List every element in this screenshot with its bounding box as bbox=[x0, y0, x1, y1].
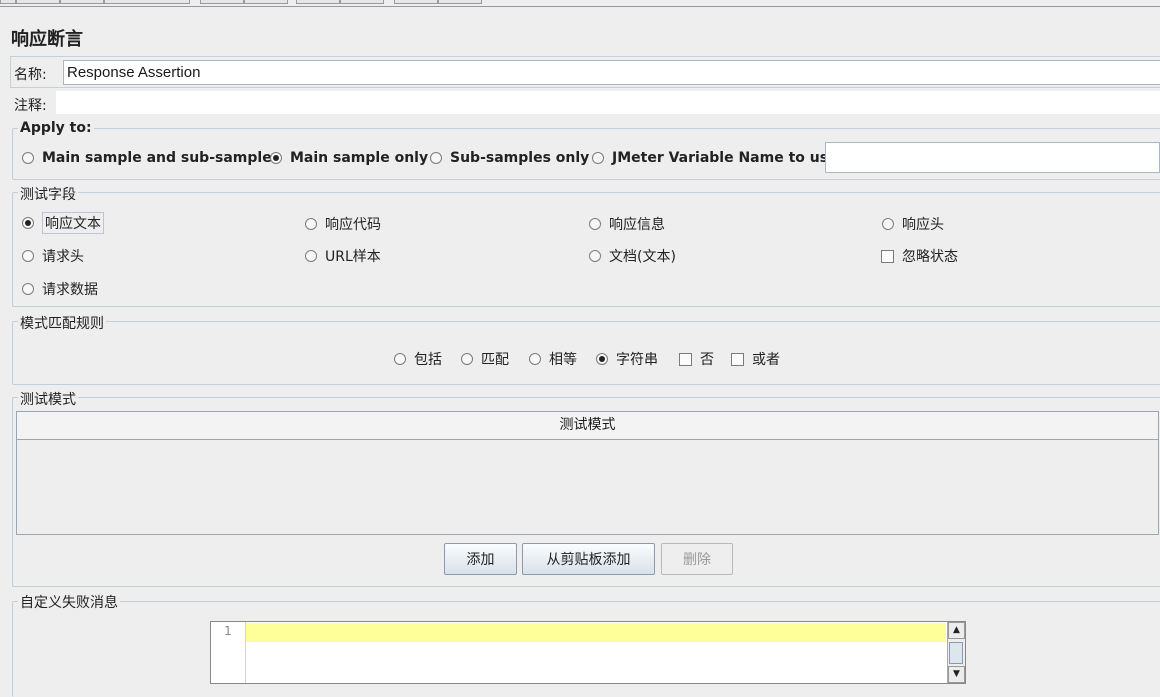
custom-message-title: 自定义失败消息 bbox=[18, 592, 120, 612]
toolbar-tab[interactable] bbox=[16, 0, 60, 4]
radio-selected-icon bbox=[596, 353, 608, 365]
scroll-down-arrow-icon[interactable]: ▼ bbox=[948, 666, 965, 683]
scroll-up-arrow-icon[interactable]: ▲ bbox=[948, 622, 965, 639]
toolbar-tab[interactable] bbox=[104, 0, 190, 4]
radio-icon bbox=[529, 353, 541, 365]
radio-icon bbox=[22, 283, 34, 295]
test-field-request-headers-radio[interactable]: 请求头 bbox=[22, 246, 84, 266]
test-field-option-label: 请求头 bbox=[42, 249, 84, 265]
apply-jmeter-variable-radio[interactable]: JMeter Variable Name to use bbox=[592, 150, 838, 166]
match-rules-group bbox=[12, 321, 1160, 385]
radio-icon bbox=[592, 152, 604, 164]
apply-main-and-sub-radio[interactable]: Main sample and sub-samples bbox=[22, 150, 280, 166]
radio-icon bbox=[305, 250, 317, 262]
radio-icon bbox=[589, 250, 601, 262]
test-field-url-sample-radio[interactable]: URL样本 bbox=[305, 246, 381, 266]
test-field-request-data-radio[interactable]: 请求数据 bbox=[22, 279, 98, 299]
toolbar-tab[interactable] bbox=[244, 0, 288, 4]
apply-option-label: JMeter Variable Name to use bbox=[612, 150, 838, 166]
toolbar-tab[interactable] bbox=[0, 0, 16, 4]
test-field-document-radio[interactable]: 文档(文本) bbox=[589, 246, 676, 266]
test-field-response-text-radio[interactable]: 响应文本 bbox=[22, 212, 104, 234]
toolbar-tab[interactable] bbox=[60, 0, 104, 4]
match-option-label: 匹配 bbox=[481, 352, 509, 368]
toolbar-tab[interactable] bbox=[200, 0, 244, 4]
editor-scrollbar[interactable]: ▲ ▼ bbox=[947, 622, 965, 683]
match-contains-radio[interactable]: 包括 bbox=[394, 349, 442, 369]
name-input[interactable]: Response Assertion bbox=[63, 60, 1160, 85]
test-field-option-label: 请求数据 bbox=[42, 282, 98, 298]
apply-sub-only-radio[interactable]: Sub-samples only bbox=[430, 150, 589, 166]
checkbox-label: 忽略状态 bbox=[902, 249, 958, 265]
checkbox-icon bbox=[881, 249, 894, 263]
test-field-option-label: 响应信息 bbox=[609, 217, 665, 233]
test-field-option-label: URL样本 bbox=[325, 249, 381, 265]
match-or-checkbox[interactable]: 或者 bbox=[731, 349, 780, 369]
test-field-option-label: 文档(文本) bbox=[609, 249, 676, 265]
test-field-option-label: 响应头 bbox=[902, 217, 944, 233]
radio-icon bbox=[589, 218, 601, 230]
radio-icon bbox=[305, 218, 317, 230]
toolbar-tab[interactable] bbox=[394, 0, 438, 4]
test-field-group bbox=[12, 192, 1160, 307]
top-toolbar-strip bbox=[0, 0, 1160, 7]
radio-icon bbox=[394, 353, 406, 365]
apply-to-title: Apply to: bbox=[18, 120, 94, 136]
add-from-clipboard-button[interactable]: 从剪贴板添加 bbox=[522, 543, 655, 575]
name-label: 名称: bbox=[14, 67, 47, 83]
patterns-title: 测试模式 bbox=[18, 389, 78, 409]
radio-selected-icon bbox=[22, 217, 34, 229]
checkbox-icon bbox=[731, 352, 744, 366]
match-option-label: 包括 bbox=[414, 352, 442, 368]
delete-button[interactable]: 删除 bbox=[661, 543, 733, 575]
radio-icon bbox=[22, 152, 34, 164]
apply-option-label: Sub-samples only bbox=[450, 150, 590, 166]
current-line-highlight bbox=[246, 623, 946, 642]
match-option-label: 相等 bbox=[549, 352, 577, 368]
custom-message-editor[interactable]: 1 ▲ ▼ bbox=[210, 621, 966, 684]
radio-icon bbox=[430, 152, 442, 164]
radio-icon bbox=[882, 218, 894, 230]
ignore-status-checkbox[interactable]: 忽略状态 bbox=[881, 246, 958, 266]
toolbar-tab[interactable] bbox=[438, 0, 482, 4]
test-field-response-code-radio[interactable]: 响应代码 bbox=[305, 214, 381, 234]
test-field-title: 测试字段 bbox=[18, 184, 78, 204]
test-field-response-message-radio[interactable]: 响应信息 bbox=[589, 214, 665, 234]
scrollbar-thumb[interactable] bbox=[949, 642, 963, 664]
match-equals-radio[interactable]: 相等 bbox=[529, 349, 577, 369]
patterns-column-header[interactable]: 测试模式 bbox=[17, 412, 1158, 440]
comment-label: 注释: bbox=[14, 98, 47, 114]
add-button[interactable]: 添加 bbox=[444, 543, 517, 575]
match-option-label: 字符串 bbox=[616, 352, 658, 368]
match-not-checkbox[interactable]: 否 bbox=[679, 349, 714, 369]
radio-selected-icon bbox=[270, 152, 282, 164]
match-rules-title: 模式匹配规则 bbox=[18, 313, 106, 333]
patterns-table[interactable]: 测试模式 bbox=[16, 411, 1159, 535]
line-number-gutter: 1 bbox=[211, 622, 246, 683]
checkbox-label: 否 bbox=[700, 352, 714, 368]
name-input-value: Response Assertion bbox=[67, 64, 201, 81]
apply-main-only-radio[interactable]: Main sample only bbox=[270, 150, 428, 166]
comment-input[interactable] bbox=[56, 91, 1160, 114]
jmeter-variable-input[interactable] bbox=[825, 142, 1160, 173]
radio-icon bbox=[22, 250, 34, 262]
test-field-option-label: 响应代码 bbox=[325, 217, 381, 233]
checkbox-icon bbox=[679, 352, 692, 366]
checkbox-label: 或者 bbox=[752, 352, 780, 368]
page-title: 响应断言 bbox=[11, 29, 83, 50]
test-field-response-headers-radio[interactable]: 响应头 bbox=[882, 214, 944, 234]
apply-option-label: Main sample only bbox=[290, 150, 429, 166]
toolbar-tab[interactable] bbox=[296, 0, 340, 4]
test-field-option-label: 响应文本 bbox=[42, 212, 104, 234]
line-number: 1 bbox=[224, 624, 232, 638]
match-substring-radio[interactable]: 字符串 bbox=[596, 349, 658, 369]
radio-icon bbox=[461, 353, 473, 365]
apply-option-label: Main sample and sub-samples bbox=[42, 150, 281, 166]
match-matches-radio[interactable]: 匹配 bbox=[461, 349, 509, 369]
toolbar-tab[interactable] bbox=[340, 0, 384, 4]
